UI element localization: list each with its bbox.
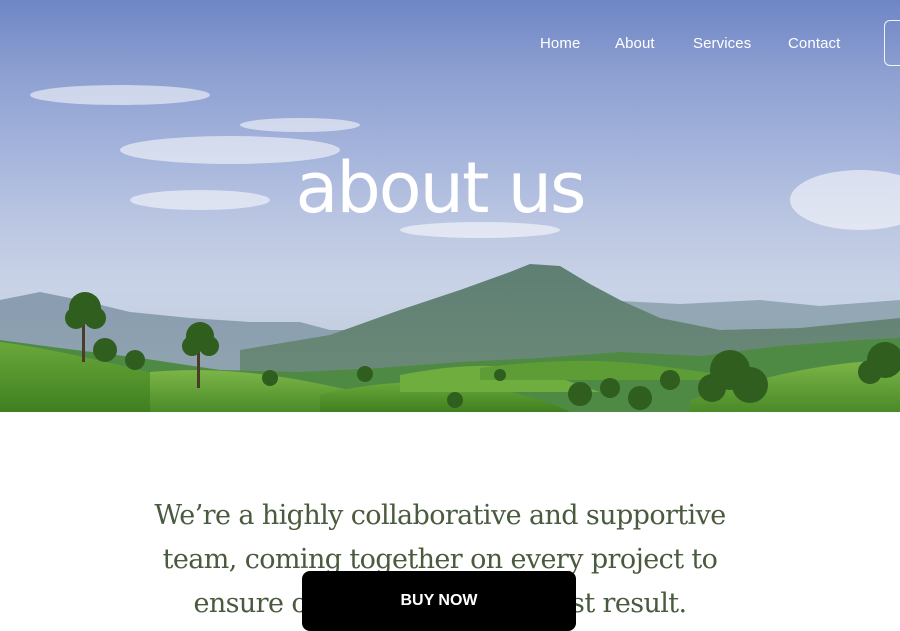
nav-link-home[interactable]: Home [540, 33, 580, 55]
nav-cta-button[interactable] [884, 20, 900, 66]
nav-link-services[interactable]: Services [693, 33, 751, 55]
hero-section: Home About Services Contact about us [0, 0, 900, 412]
nav-link-contact[interactable]: Contact [788, 33, 840, 55]
nav-link-about[interactable]: About [615, 33, 655, 55]
buy-now-button[interactable]: BUY NOW [302, 571, 576, 631]
page-title: about us [295, 147, 586, 229]
main-navigation: Home About Services Contact [0, 33, 900, 57]
